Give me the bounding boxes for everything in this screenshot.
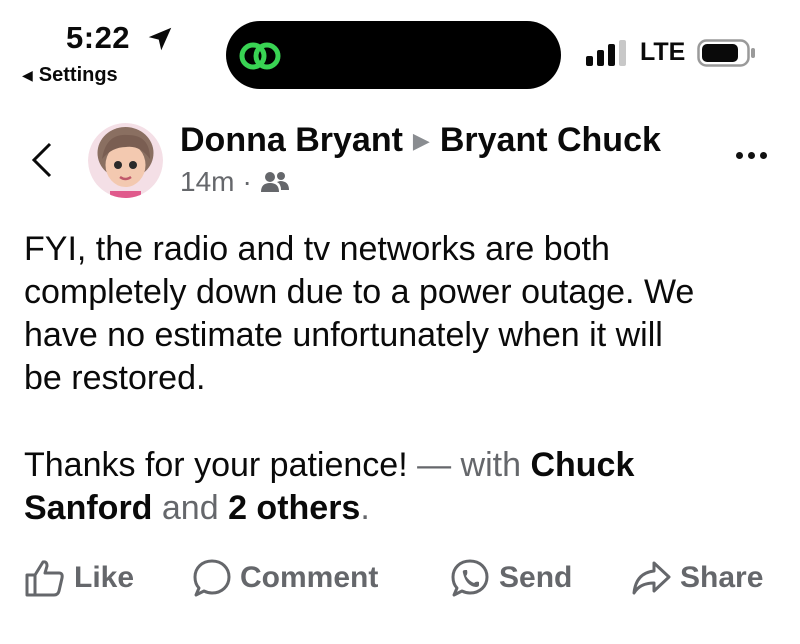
status-time: 5:22 (66, 20, 131, 55)
network-type: LTE (640, 38, 686, 66)
target-name[interactable]: Bryant Chuck (440, 121, 661, 159)
friends-icon (260, 172, 289, 192)
triangle-right-icon: ▶ (412, 128, 430, 153)
more-dot-icon (760, 152, 767, 159)
post-text-line: be restored. (24, 359, 206, 397)
location-arrow-icon (148, 27, 172, 51)
and-text: and (152, 489, 229, 527)
battery-icon (697, 39, 755, 67)
send-button[interactable]: Send (449, 558, 572, 598)
post-text: FYI, the radio and tv networks are both … (24, 228, 784, 400)
avatar[interactable] (88, 123, 163, 198)
with-text: — with (407, 446, 531, 484)
meta-separator: · (242, 166, 252, 197)
comment-icon (193, 559, 231, 597)
author-name[interactable]: Donna Bryant (180, 121, 403, 159)
post-actions: Like Comment Send Share (0, 558, 800, 604)
post-text-line: have no estimate unfortunately when it w… (24, 316, 663, 354)
more-dot-icon (736, 152, 743, 159)
thanks-text: Thanks for your patience! (24, 446, 408, 484)
period-text: . (360, 489, 370, 527)
messenger-icon (451, 559, 489, 597)
signal-icon (586, 40, 626, 66)
back-to-settings[interactable]: ◀ Settings (22, 64, 118, 87)
post-meta: 14m · (180, 166, 290, 198)
post-timestamp[interactable]: 14m (180, 166, 234, 198)
post-text-line: FYI, the radio and tv networks are both (24, 230, 610, 268)
tagged-others-link[interactable]: 2 others (228, 489, 360, 527)
more-options-button[interactable] (736, 152, 767, 159)
like-button[interactable]: Like (24, 558, 134, 598)
share-button[interactable]: Share (630, 558, 763, 598)
post-author-line: Donna Bryant ▶ Bryant Chuck (180, 121, 661, 160)
back-chevron-icon[interactable] (30, 142, 54, 178)
link-app-icon (239, 42, 281, 70)
post-text-line: completely down due to a power outage. W… (24, 273, 695, 311)
share-arrow-icon (632, 561, 671, 595)
more-dot-icon (748, 152, 755, 159)
like-label: Like (74, 561, 135, 594)
post-tag-line: Thanks for your patience! — with Chuck S… (24, 444, 784, 530)
share-label: Share (680, 561, 764, 594)
comment-label: Comment (240, 561, 379, 594)
thumbs-up-icon (25, 560, 64, 597)
comment-button[interactable]: Comment (192, 558, 378, 598)
send-label: Send (499, 561, 573, 594)
tagged-name[interactable]: Chuck (530, 446, 634, 484)
tagged-name[interactable]: Sanford (24, 489, 152, 527)
back-to-settings-label: Settings (38, 64, 118, 86)
